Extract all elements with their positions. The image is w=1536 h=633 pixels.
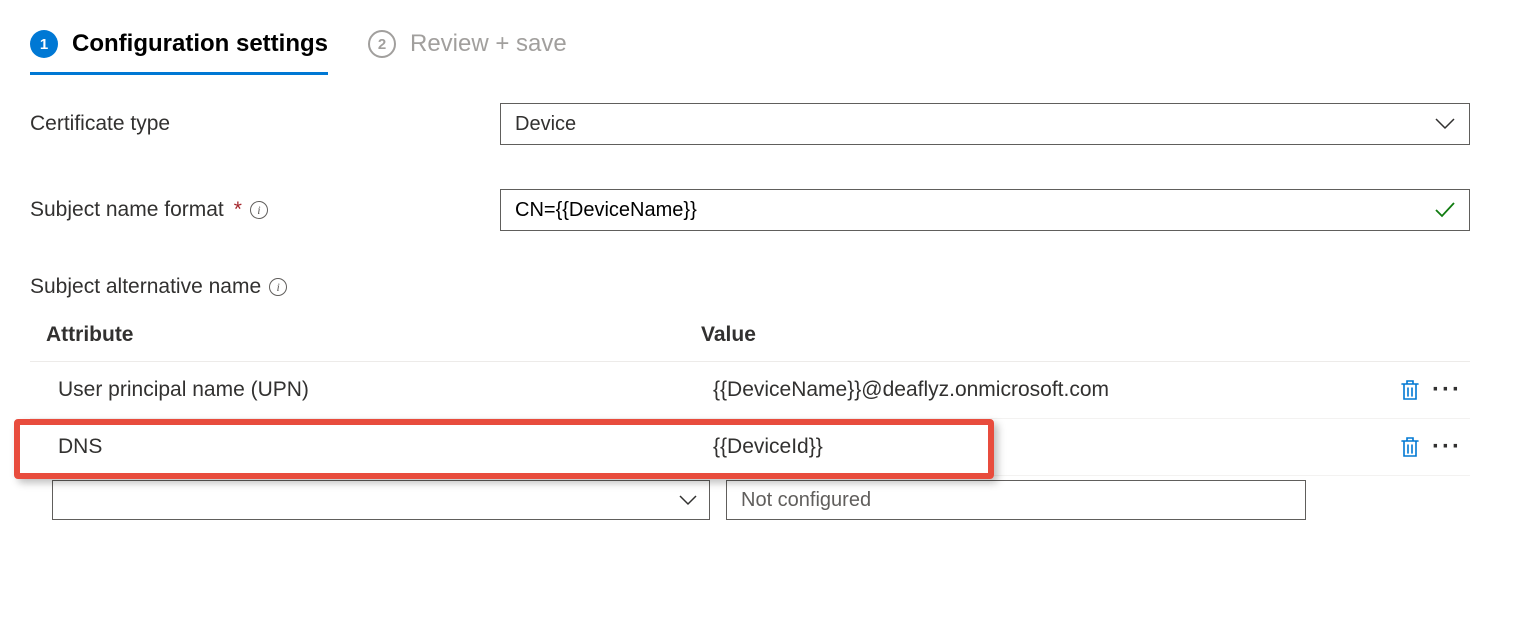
tab-review-save[interactable]: 2 Review + save bbox=[368, 30, 567, 74]
cell-attribute: DNS bbox=[58, 435, 713, 459]
wizard-tabs: 1 Configuration settings 2 Review + save bbox=[30, 30, 1506, 75]
tab-label-configuration: Configuration settings bbox=[72, 30, 328, 58]
chevron-down-icon bbox=[1435, 118, 1455, 130]
label-subject-name-format-text: Subject name format bbox=[30, 198, 224, 222]
step-number-1: 1 bbox=[30, 30, 58, 58]
label-certificate-type: Certificate type bbox=[30, 112, 500, 136]
new-san-row: Not configured bbox=[30, 476, 1470, 524]
select-certificate-type-value: Device bbox=[515, 113, 576, 136]
more-actions-icon[interactable]: ··· bbox=[1432, 376, 1462, 404]
tab-label-review: Review + save bbox=[410, 30, 567, 58]
table-row: User principal name (UPN) {{DeviceName}}… bbox=[30, 362, 1470, 419]
header-attribute: Attribute bbox=[46, 323, 701, 347]
cell-value: {{DeviceName}}@deaflyz.onmicrosoft.com bbox=[713, 378, 1370, 402]
required-star-icon: * bbox=[234, 198, 242, 222]
chevron-down-icon bbox=[679, 489, 697, 512]
select-new-san-attribute[interactable] bbox=[52, 480, 710, 520]
input-new-san-value[interactable]: Not configured bbox=[726, 480, 1306, 520]
select-certificate-type[interactable]: Device bbox=[500, 103, 1470, 145]
input-subject-name-format-field[interactable] bbox=[515, 199, 1435, 222]
row-san-label: Subject alternative name i bbox=[30, 275, 1506, 299]
table-row: DNS {{DeviceId}} ··· bbox=[30, 419, 1470, 476]
header-value: Value bbox=[701, 323, 1370, 347]
input-subject-name-format[interactable] bbox=[500, 189, 1470, 231]
trash-icon[interactable] bbox=[1400, 436, 1420, 458]
input-new-san-placeholder: Not configured bbox=[741, 489, 871, 512]
trash-icon[interactable] bbox=[1400, 379, 1420, 401]
checkmark-icon bbox=[1435, 202, 1455, 218]
row-certificate-type: Certificate type Device bbox=[30, 103, 1506, 145]
info-icon[interactable]: i bbox=[250, 201, 268, 219]
label-subject-alternative-name: Subject alternative name bbox=[30, 275, 261, 299]
header-actions bbox=[1370, 323, 1470, 347]
row-subject-name-format: Subject name format * i bbox=[30, 189, 1506, 231]
table-header: Attribute Value bbox=[30, 313, 1470, 362]
tab-configuration-settings[interactable]: 1 Configuration settings bbox=[30, 30, 328, 74]
san-table: Attribute Value User principal name (UPN… bbox=[30, 313, 1470, 524]
cell-attribute: User principal name (UPN) bbox=[58, 378, 713, 402]
step-number-2: 2 bbox=[368, 30, 396, 58]
label-subject-name-format: Subject name format * i bbox=[30, 198, 500, 222]
cell-value: {{DeviceId}} bbox=[713, 435, 1370, 459]
more-actions-icon[interactable]: ··· bbox=[1432, 433, 1462, 461]
info-icon[interactable]: i bbox=[269, 278, 287, 296]
